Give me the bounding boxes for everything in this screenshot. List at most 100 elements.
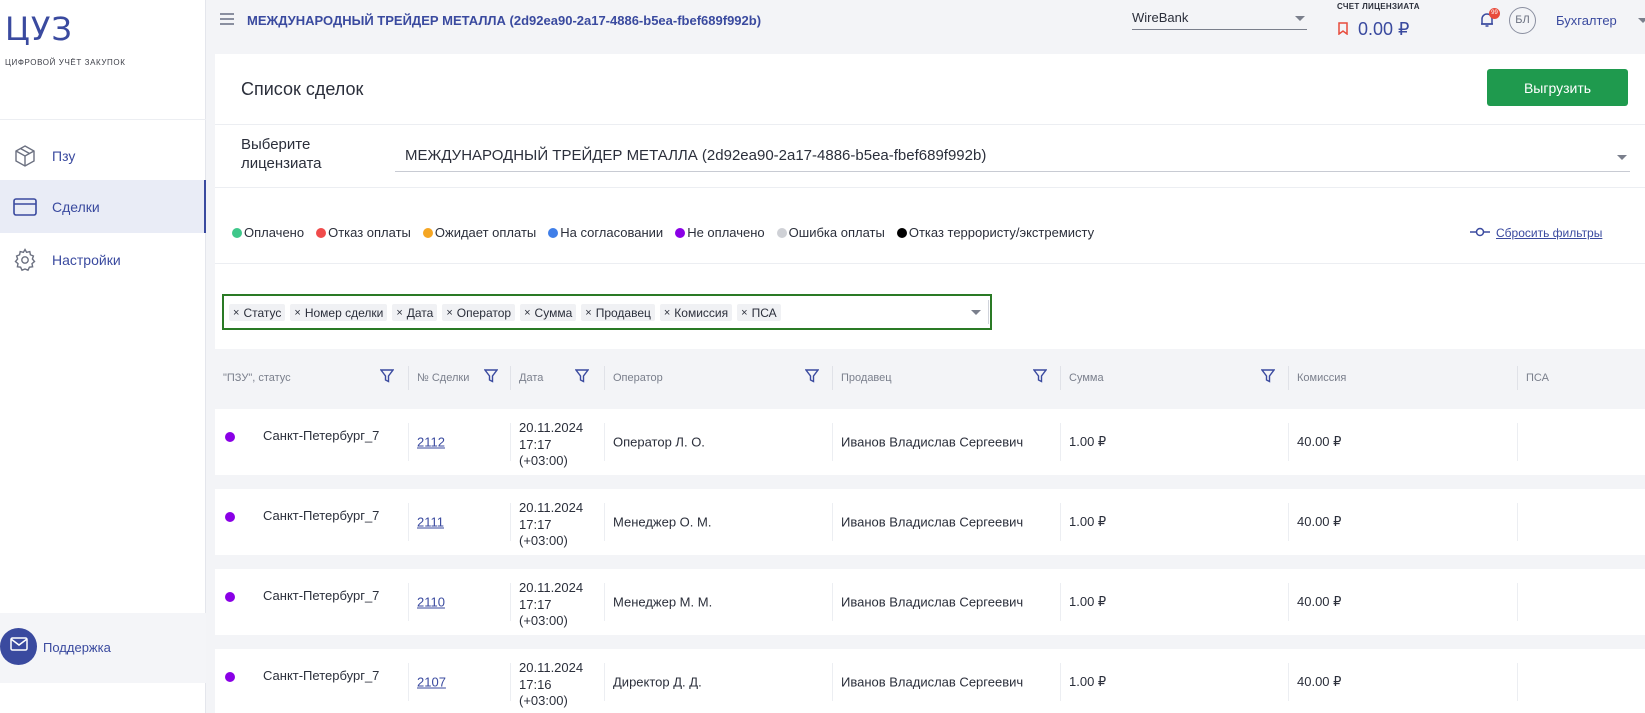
table-row[interactable]: Санкт-Петербург_7 2112 20.11.2024 17:17 … [215, 409, 1645, 475]
table-row[interactable]: Санкт-Петербург_7 2111 20.11.2024 17:17 … [215, 489, 1645, 555]
column-header-label: № Сделки [417, 372, 470, 384]
chevron-down-icon[interactable] [971, 310, 981, 315]
cell-seller: Иванов Владислав Сергеевич [833, 503, 1061, 541]
legend-item[interactable]: Отказ оплаты [316, 225, 411, 240]
account-label: СЧЕТ ЛИЦЕНЗИАТА [1337, 2, 1420, 11]
operator-name: Менеджер М. М. [613, 594, 713, 610]
close-icon[interactable]: × [741, 307, 747, 319]
sidebar-item-label: Настройки [52, 251, 121, 268]
divider [215, 187, 1645, 188]
cell-date: 20.11.2024 17:17 (+03:00) [511, 500, 605, 548]
cell-pzu: Санкт-Петербург_7 [215, 663, 409, 701]
legend-dot [422, 227, 433, 238]
filter-icon[interactable] [379, 369, 395, 383]
sidebar-item-settings[interactable]: Настройки [0, 233, 206, 286]
chevron-down-icon [1638, 18, 1645, 23]
top-bar: МЕЖДУНАРОДНЫЙ ТРЕЙДЕР МЕТАЛЛА (2d92ea90-… [207, 0, 1645, 50]
columns-multiselect[interactable]: × Статус × Номер сделки × Дата × Оператор × С… [222, 294, 992, 330]
cell-seller: Иванов Владислав Сергеевич [833, 423, 1061, 461]
cell-psa [1518, 423, 1645, 461]
avatar[interactable]: БЛ [1509, 7, 1536, 34]
cell-operator: Оператор Л. О. [605, 423, 833, 461]
app-logo-subtitle: ЦИФРОВОЙ УЧЁТ ЗАКУПОК [5, 58, 126, 67]
bookmark-icon [1338, 22, 1348, 36]
filter-icon[interactable] [483, 369, 499, 383]
legend-dot [675, 227, 686, 238]
column-chip: × Номер сделки [290, 304, 388, 321]
deal-commission: 40.00 ₽ [1297, 514, 1342, 529]
deal-time: 17:16 [519, 676, 552, 692]
column-header-label: Дата [519, 372, 544, 384]
filter-icon[interactable] [1032, 369, 1048, 383]
close-icon[interactable]: × [446, 307, 452, 319]
close-icon[interactable]: × [396, 307, 402, 319]
deal-commission: 40.00 ₽ [1297, 594, 1342, 609]
filter-icon[interactable] [1260, 369, 1276, 383]
status-dot [225, 432, 235, 442]
export-button[interactable]: Выгрузить [1487, 69, 1628, 106]
column-chip: × Оператор [442, 304, 516, 321]
legend-label: Ожидает оплаты [434, 225, 537, 240]
cell-date: 20.11.2024 17:17 (+03:00) [511, 580, 605, 628]
deal-sum: 1.00 ₽ [1069, 594, 1107, 609]
column-header-label: Комиссия [1297, 372, 1347, 384]
operator-name: Оператор Л. О. [613, 434, 705, 450]
deal-link[interactable]: 2112 [417, 435, 445, 450]
deal-link[interactable]: 2110 [417, 595, 445, 610]
table-row[interactable]: Санкт-Петербург_7 2110 20.11.2024 17:17 … [215, 569, 1645, 635]
chevron-down-icon [1295, 16, 1305, 21]
table-row[interactable]: Санкт-Петербург_7 2107 20.11.2024 17:16 … [215, 649, 1645, 713]
filter-icon[interactable] [804, 369, 820, 383]
close-icon[interactable]: × [524, 307, 530, 319]
sidebar-item-pzu[interactable]: Пзу [0, 129, 206, 182]
divider [215, 124, 1645, 125]
cell-operator: Менеджер М. М. [605, 583, 833, 621]
support-panel[interactable]: Поддержка [0, 613, 206, 683]
column-header-label: Сумма [1069, 372, 1104, 384]
sidebar-item-deals[interactable]: Сделки [0, 180, 206, 233]
sidebar-item-label: Сделки [52, 198, 100, 215]
close-icon[interactable]: × [233, 307, 239, 319]
legend-dot [776, 227, 787, 238]
deal-timezone: (+03:00) [519, 533, 568, 548]
deal-timezone: (+03:00) [519, 613, 568, 628]
column-chip: × Продавец [581, 304, 655, 321]
deal-link[interactable]: 2111 [417, 515, 444, 530]
divider [215, 263, 1645, 264]
column-chip: × Дата [392, 304, 438, 321]
legend-dot [232, 227, 242, 238]
close-icon[interactable]: × [294, 307, 300, 319]
legend-item[interactable]: Ожидает оплаты [422, 225, 537, 240]
role-select[interactable]: Бухгалтер [1556, 13, 1645, 28]
legend-item[interactable]: Отказ террористу/экстремисту [896, 225, 1094, 240]
filter-icon[interactable] [574, 369, 590, 383]
mail-icon [9, 637, 28, 656]
app-logo: ЦУЗ [5, 10, 73, 48]
bank-select[interactable]: WireBank [1132, 8, 1307, 30]
chip-label: Номер сделки [304, 305, 384, 320]
cell-deal-number: 2107 [409, 663, 511, 701]
reset-filters-link[interactable]: Сбросить фильтры [1470, 226, 1602, 240]
seller-name: Иванов Владислав Сергеевич [841, 434, 1024, 450]
legend-item[interactable]: На согласовании [548, 225, 663, 240]
cell-date: 20.11.2024 17:17 (+03:00) [511, 420, 605, 468]
cell-deal-number: 2112 [409, 423, 511, 461]
filter-reset-icon [1470, 226, 1490, 240]
support-button[interactable] [0, 628, 37, 665]
legend-label: Отказ оплаты [328, 225, 411, 240]
legend-item[interactable]: Не оплачено [675, 225, 765, 240]
deal-time: 17:17 [519, 516, 552, 532]
column-header-label: "ПЗУ", статус [223, 372, 291, 384]
licensee-select[interactable]: МЕЖДУНАРОДНЫЙ ТРЕЙДЕР МЕТАЛЛА (2d92ea90-… [395, 142, 1630, 172]
menu-icon[interactable] [220, 13, 234, 25]
close-icon[interactable]: × [585, 307, 591, 319]
cell-psa [1518, 663, 1645, 701]
deal-link[interactable]: 2107 [417, 675, 446, 690]
legend-item[interactable]: Ошибка оплаты [776, 225, 885, 240]
column-header-pzu-status: "ПЗУ", статус [215, 366, 409, 390]
close-icon[interactable]: × [664, 307, 670, 319]
legend-item[interactable]: Оплачено [232, 225, 304, 240]
legend-label: Не оплачено [687, 225, 765, 240]
sidebar: ЦУЗ ЦИФРОВОЙ УЧЁТ ЗАКУПОК Пзу Сделки Нас… [0, 0, 206, 713]
cell-sum: 1.00 ₽ [1061, 423, 1289, 461]
